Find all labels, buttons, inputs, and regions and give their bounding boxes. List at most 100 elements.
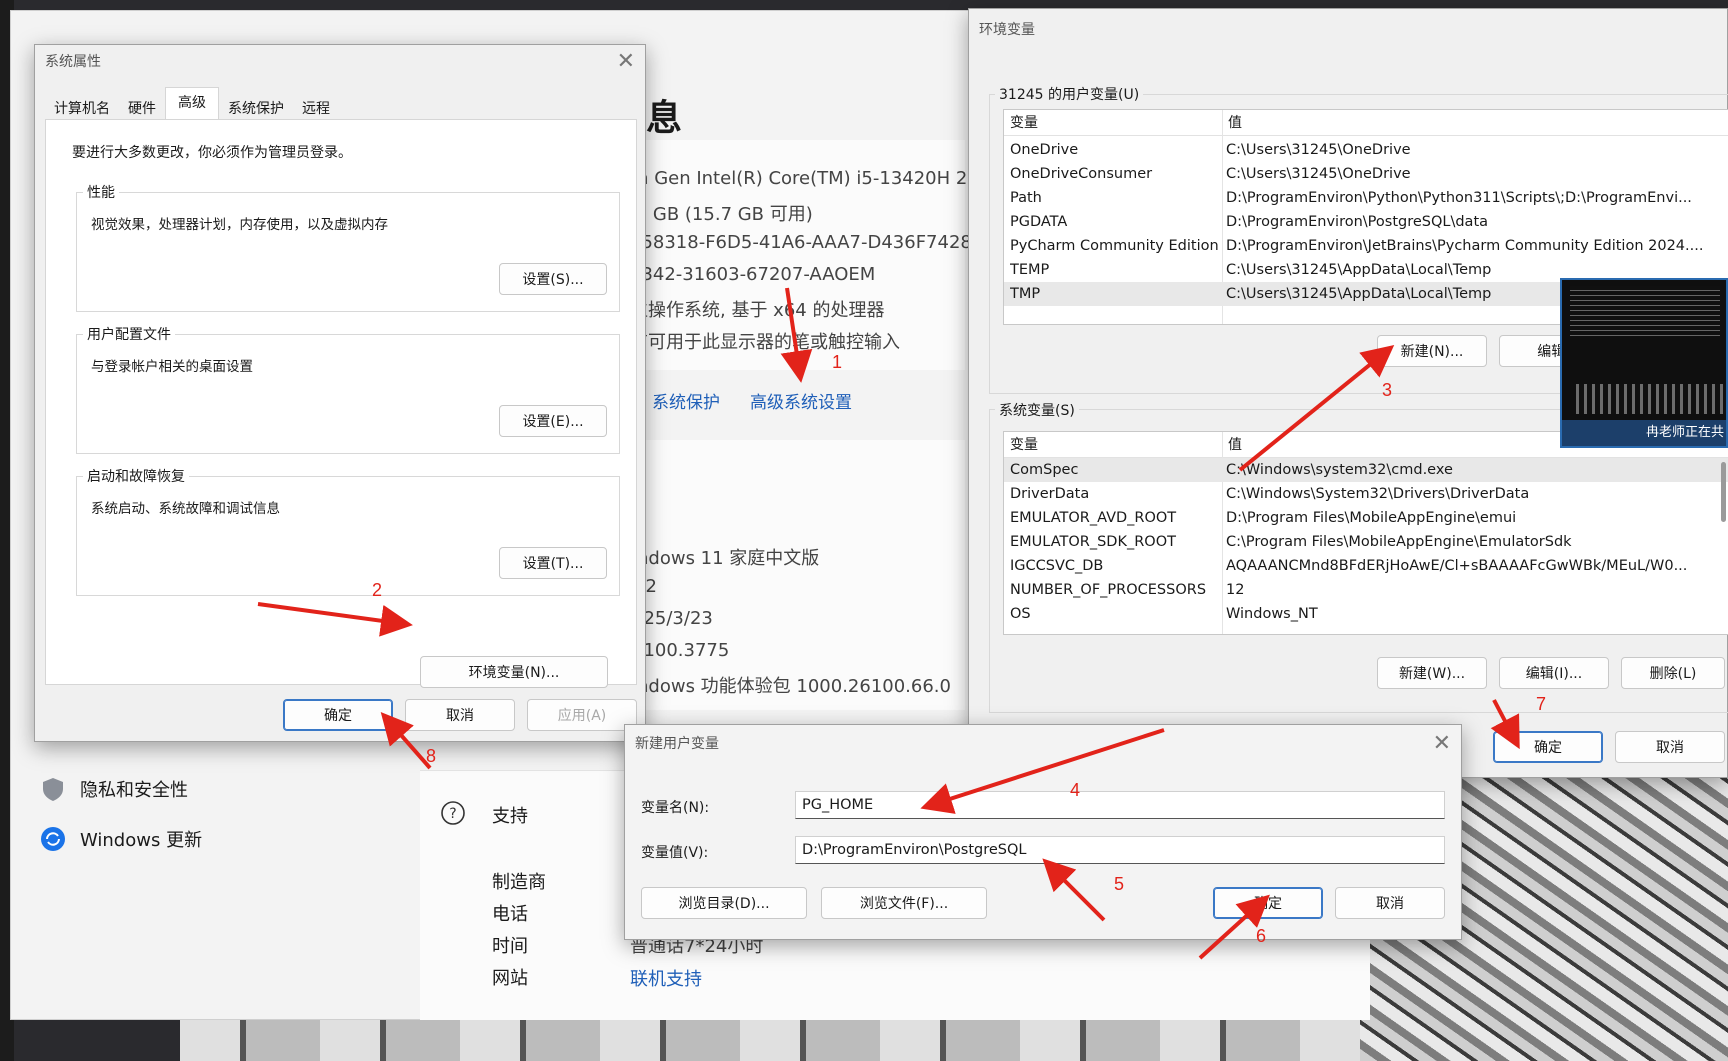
performance-settings-button[interactable]: 设置(S)... — [499, 263, 607, 295]
annotation-number: 3 — [1382, 380, 1393, 400]
browse-file-button[interactable]: 浏览文件(F)... — [821, 887, 987, 919]
var-name: NUMBER_OF_PROCESSORS — [1010, 582, 1207, 598]
env-cancel-button[interactable]: 取消 — [1615, 731, 1725, 763]
support-hours-label: 时间 — [492, 936, 528, 957]
sysprops-apply-button[interactable]: 应用(A) — [527, 699, 637, 731]
annotation-number: 5 — [1114, 874, 1125, 894]
system-var-row[interactable]: NUMBER_OF_PROCESSORS 12 — [1004, 578, 1728, 602]
var-name-input[interactable]: PG_HOME — [795, 791, 1445, 819]
col-var-header[interactable]: 变量 — [1004, 110, 1222, 136]
system-var-row[interactable]: EMULATOR_SDK_ROOT C:\Program Files\Mobile… — [1004, 530, 1728, 554]
user-var-row[interactable]: PyCharm Community Edition D:\ProgramEnvir… — [1004, 234, 1728, 258]
thumbnail-content — [1576, 384, 1726, 414]
support-website-label: 网站 — [492, 968, 528, 989]
browse-directory-button[interactable]: 浏览目录(D)... — [641, 887, 807, 919]
user-new-button[interactable]: 新建(N)... — [1377, 335, 1487, 367]
annotation-number: 6 — [1256, 926, 1267, 946]
var-value: C:\Windows\system32\cmd.exe — [1226, 462, 1453, 478]
advanced-system-settings-link[interactable]: 高级系统设置 — [750, 388, 852, 413]
var-value: C:\Windows\System32\Drivers\DriverData — [1226, 486, 1530, 502]
windows-spec-card — [620, 440, 965, 710]
sysprops-ok-button[interactable]: 确定 — [283, 699, 393, 731]
system-var-row[interactable]: EMULATOR_AVD_ROOT D:\Program Files\Mobile… — [1004, 506, 1728, 530]
user-var-row[interactable]: PGDATA D:\ProgramEnviron\PostgreSQL\data — [1004, 210, 1728, 234]
env-ok-button[interactable]: 确定 — [1493, 731, 1603, 763]
system-vars-label: 系统变量(S) — [995, 400, 1079, 420]
system-var-row[interactable]: DriverData C:\Windows\System32\Drivers\Dr… — [1004, 482, 1728, 506]
nav-windows-update[interactable]: Windows 更新 — [40, 826, 202, 852]
var-value-label: 变量值(V): — [641, 845, 709, 861]
var-value: D:\ProgramEnviron\JetBrains\Pycharm Comm… — [1226, 238, 1704, 254]
var-value: 12 — [1226, 582, 1245, 598]
var-name: OneDrive — [1010, 142, 1079, 158]
close-icon[interactable]: ✕ — [617, 49, 635, 74]
newvar-cancel-button[interactable]: 取消 — [1335, 887, 1445, 919]
tab-advanced[interactable]: 高级 — [165, 87, 219, 123]
user-var-row[interactable]: Path D:\ProgramEnviron\Python\Python311\S… — [1004, 186, 1728, 210]
annotation-number: 8 — [426, 746, 437, 766]
group-title: 用户配置文件 — [83, 324, 175, 344]
thumbnail-caption: 冉老师正在共 — [1562, 420, 1726, 446]
user-var-row[interactable]: OneDriveConsumer C:\Users\31245\OneDrive — [1004, 162, 1728, 186]
col-var-header[interactable]: 变量 — [1004, 432, 1222, 458]
dialog-title: 新建用户变量 — [635, 736, 719, 752]
close-icon[interactable]: ✕ — [1433, 731, 1451, 756]
user-profile-group: 用户配置文件 与登录帐户相关的桌面设置 设置(E)... — [76, 324, 620, 454]
new-user-variable-dialog: 新建用户变量 ✕ 变量名(N): PG_HOME 变量值(V): D:\Prog… — [624, 724, 1462, 940]
system-var-row-selected[interactable]: ComSpec C:\Windows\system32\cmd.exe — [1004, 458, 1728, 482]
dialog-title: 系统属性 — [45, 54, 101, 70]
shield-icon — [43, 778, 63, 801]
thumbnail-content — [1570, 286, 1720, 336]
support-manufacturer-label: 制造商 — [492, 872, 546, 893]
system-edit-button[interactable]: 编辑(I)... — [1499, 657, 1609, 689]
system-var-row[interactable]: OS Windows_NT — [1004, 602, 1728, 626]
var-name: TEMP — [1010, 262, 1050, 278]
user-vars-label: 31245 的用户变量(U) — [995, 84, 1144, 104]
system-vars-table[interactable]: 变量 值 ComSpec C:\Windows\system32\cmd.exe … — [1003, 431, 1728, 635]
var-name: IGCCSVC_DB — [1010, 558, 1104, 574]
spec-ram: .0 GB (15.7 GB 可用) — [630, 204, 813, 225]
winspec-experience: indows 功能体验包 1000.26100.66.0 — [632, 676, 951, 697]
sysprops-cancel-button[interactable]: 取消 — [405, 699, 515, 731]
startup-settings-button[interactable]: 设置(T)... — [499, 547, 607, 579]
var-name: Path — [1010, 190, 1042, 206]
admin-notice: 要进行大多数更改，你必须作为管理员登录。 — [72, 145, 352, 161]
nav-label-privacy: 隐私和安全性 — [80, 780, 188, 801]
newvar-ok-button[interactable]: 确定 — [1213, 887, 1323, 919]
nav-privacy-security[interactable]: 隐私和安全性 — [40, 776, 188, 802]
startup-recovery-group: 启动和故障恢复 系统启动、系统故障和调试信息 设置(T)... — [76, 466, 620, 596]
var-name: EMULATOR_AVD_ROOT — [1010, 510, 1177, 526]
var-value-input[interactable]: D:\ProgramEnviron\PostgreSQL — [795, 836, 1445, 864]
system-delete-button[interactable]: 删除(L) — [1621, 657, 1725, 689]
var-value: Windows_NT — [1226, 606, 1318, 622]
profile-settings-button[interactable]: 设置(E)... — [499, 405, 607, 437]
var-value: D:\Program Files\MobileAppEngine\emui — [1226, 510, 1517, 526]
annotation-number: 7 — [1536, 694, 1547, 714]
system-new-button[interactable]: 新建(W)... — [1377, 657, 1487, 689]
system-var-row[interactable]: IGCCSVC_DB AQAAANCMnd8BFdERjHoAwE/Cl+sBAA… — [1004, 554, 1728, 578]
var-name: ComSpec — [1010, 462, 1079, 478]
tab-panel: 要进行大多数更改，你必须作为管理员登录。 性能 视觉效果，处理器计划，内存使用，… — [45, 119, 637, 688]
spec-pen-touch: 有可用于此显示器的笔或触控输入 — [630, 332, 900, 353]
user-var-row[interactable]: OneDrive C:\Users\31245\OneDrive — [1004, 138, 1728, 162]
var-value: C:\Users\31245\OneDrive — [1226, 142, 1411, 158]
spec-system-type: 位操作系统, 基于 x64 的处理器 — [630, 300, 885, 321]
col-val-header[interactable]: 值 — [1222, 110, 1728, 136]
var-name-label: 变量名(N): — [641, 800, 710, 816]
var-value: D:\ProgramEnviron\Python\Python311\Scrip… — [1226, 190, 1692, 206]
system-protection-link[interactable]: 系统保护 — [652, 388, 720, 413]
var-value: D:\ProgramEnviron\PostgreSQL\data — [1226, 214, 1489, 230]
windows-update-icon — [41, 827, 65, 851]
group-title: 启动和故障恢复 — [83, 466, 189, 486]
environment-variables-button[interactable]: 环境变量(N)... — [420, 656, 608, 688]
spec-processor: th Gen Intel(R) Core(TM) i5-13420H 2.10 … — [630, 168, 970, 189]
var-name: EMULATOR_SDK_ROOT — [1010, 534, 1176, 550]
page-title: 息 — [646, 98, 683, 139]
screen-share-thumbnail[interactable]: 冉老师正在共 — [1560, 278, 1728, 448]
performance-group: 性能 视觉效果，处理器计划，内存使用，以及虚拟内存 设置(S)... — [76, 182, 620, 312]
scrollbar[interactable] — [1721, 462, 1726, 522]
group-desc: 与登录帐户相关的桌面设置 — [91, 359, 253, 375]
support-phone-label: 电话 — [492, 904, 528, 925]
online-support-link[interactable]: 联机支持 — [630, 965, 702, 991]
var-name: OneDriveConsumer — [1010, 166, 1153, 182]
